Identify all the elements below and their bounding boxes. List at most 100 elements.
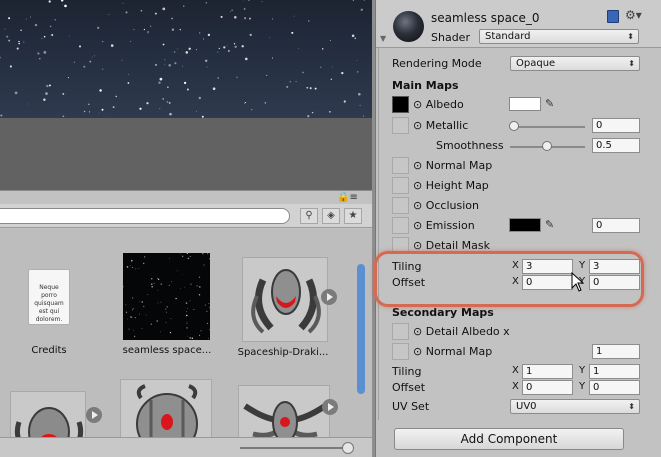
project-scrollbar[interactable] bbox=[355, 232, 367, 432]
eyedropper-icon[interactable]: ✎ bbox=[545, 97, 557, 111]
metallic-slider-handle[interactable] bbox=[509, 121, 519, 131]
star bbox=[271, 57, 274, 59]
star bbox=[234, 15, 237, 19]
add-component-button[interactable]: Add Component bbox=[394, 428, 624, 450]
main-maps-title: Main Maps bbox=[392, 79, 459, 92]
secondary-normal-label-text: Normal Map bbox=[425, 345, 493, 358]
star bbox=[121, 59, 123, 61]
star bbox=[151, 285, 153, 288]
metallic-value-field[interactable]: 0 bbox=[592, 118, 640, 133]
star bbox=[83, 110, 86, 113]
star bbox=[223, 46, 226, 49]
sec-offset-x-label: X bbox=[512, 381, 519, 392]
metallic-texture-slot[interactable] bbox=[392, 117, 409, 134]
shader-dropdown[interactable]: Standard bbox=[479, 29, 639, 44]
star bbox=[209, 307, 211, 309]
star bbox=[269, 37, 271, 39]
star bbox=[231, 9, 233, 11]
slider-handle[interactable] bbox=[342, 442, 354, 454]
star bbox=[261, 1, 263, 3]
fold-arrow-icon[interactable]: ▼ bbox=[380, 34, 386, 43]
asset-label: Credits bbox=[31, 345, 67, 356]
normal-map-row: ⊙ Normal Map bbox=[379, 157, 659, 175]
book-icon[interactable] bbox=[607, 10, 619, 23]
star bbox=[236, 76, 238, 78]
sec-tiling-label: Tiling bbox=[392, 365, 422, 378]
thumbnail-size-slider[interactable] bbox=[0, 437, 372, 457]
asset-credits[interactable]: Neque porro quisquam est qui dolorem. Cr… bbox=[22, 265, 76, 365]
star bbox=[362, 115, 365, 117]
secondary-normal-value-field[interactable]: 1 bbox=[592, 344, 640, 359]
scrollbar-thumb[interactable] bbox=[357, 264, 365, 394]
sec-tiling-x-field[interactable]: 1 bbox=[522, 364, 573, 379]
sec-offset-row: Offset X 0 Y 0 bbox=[379, 379, 659, 397]
detail-albedo-slot[interactable] bbox=[392, 323, 409, 340]
star bbox=[341, 71, 344, 75]
star bbox=[45, 92, 48, 95]
emission-value-field[interactable]: 0 bbox=[592, 218, 640, 233]
sec-tiling-y-field[interactable]: 1 bbox=[589, 364, 640, 379]
eyedropper-icon[interactable]: ✎ bbox=[545, 218, 557, 232]
albedo-texture-slot[interactable] bbox=[392, 96, 409, 113]
lock-icon[interactable]: 🔒≡ bbox=[337, 192, 358, 203]
star bbox=[205, 304, 206, 306]
star bbox=[130, 316, 132, 318]
uv-set-dropdown[interactable]: UV0 bbox=[510, 399, 640, 414]
star bbox=[251, 109, 253, 111]
star bbox=[39, 57, 41, 60]
gear-icon[interactable]: ⚙▾ bbox=[625, 8, 642, 22]
sec-offset-y-field[interactable]: 0 bbox=[589, 380, 640, 395]
asset-spaceship[interactable]: Spaceship-Draki... bbox=[238, 257, 339, 359]
star bbox=[320, 66, 322, 68]
secondary-normal-slot[interactable] bbox=[392, 343, 409, 360]
metallic-slider-track[interactable] bbox=[513, 126, 585, 128]
search-input[interactable] bbox=[0, 208, 290, 224]
star bbox=[126, 266, 129, 268]
star bbox=[160, 283, 163, 285]
star bbox=[193, 309, 195, 311]
sec-offset-x-field[interactable]: 0 bbox=[522, 380, 573, 395]
scene-view[interactable] bbox=[0, 0, 372, 190]
emission-color-swatch[interactable] bbox=[509, 218, 541, 232]
albedo-color-swatch[interactable] bbox=[509, 97, 541, 111]
emission-row: ⊙ Emission ✎ 0 bbox=[379, 217, 659, 235]
rendering-mode-dropdown[interactable]: Opaque bbox=[510, 56, 640, 71]
star bbox=[306, 86, 309, 89]
star-icon[interactable]: ★ bbox=[344, 208, 362, 224]
star bbox=[352, 0, 355, 1]
play-icon[interactable] bbox=[322, 399, 338, 415]
smoothness-slider-handle[interactable] bbox=[542, 141, 552, 151]
star bbox=[179, 253, 181, 255]
star bbox=[266, 74, 268, 76]
detail-albedo-label: ⊙ Detail Albedo x bbox=[413, 325, 510, 338]
material-header: seamless space_0 ⚙▾ ▼ Shader Standard bbox=[376, 0, 661, 48]
normal-map-slot[interactable] bbox=[392, 157, 409, 174]
play-icon[interactable] bbox=[86, 407, 102, 423]
star bbox=[360, 8, 364, 12]
star bbox=[190, 283, 192, 285]
star bbox=[98, 112, 100, 114]
emission-slot[interactable] bbox=[392, 217, 409, 234]
height-map-slot[interactable] bbox=[392, 177, 409, 194]
star bbox=[245, 57, 248, 61]
detail-albedo-label-text: Detail Albedo x bbox=[425, 325, 510, 338]
occlusion-slot[interactable] bbox=[392, 197, 409, 214]
star bbox=[218, 47, 220, 50]
star bbox=[143, 28, 146, 31]
star bbox=[49, 25, 52, 28]
smoothness-value-field[interactable]: 0.5 bbox=[592, 138, 640, 153]
asset-seamless-space[interactable]: seamless space... bbox=[120, 249, 214, 359]
star bbox=[62, 4, 64, 5]
albedo-label-text: Albedo bbox=[425, 98, 464, 111]
star bbox=[46, 84, 49, 88]
star bbox=[186, 321, 188, 323]
star bbox=[249, 33, 252, 37]
play-icon[interactable] bbox=[321, 289, 337, 305]
project-asset-grid[interactable]: Neque porro quisquam est qui dolorem. Cr… bbox=[0, 229, 372, 457]
star bbox=[186, 88, 189, 91]
tag-icon[interactable]: ◈ bbox=[322, 208, 340, 224]
star bbox=[244, 102, 246, 104]
smoothness-label: Smoothness bbox=[436, 139, 504, 152]
star bbox=[363, 0, 365, 2]
search-icon[interactable]: ⚲ bbox=[300, 208, 318, 224]
